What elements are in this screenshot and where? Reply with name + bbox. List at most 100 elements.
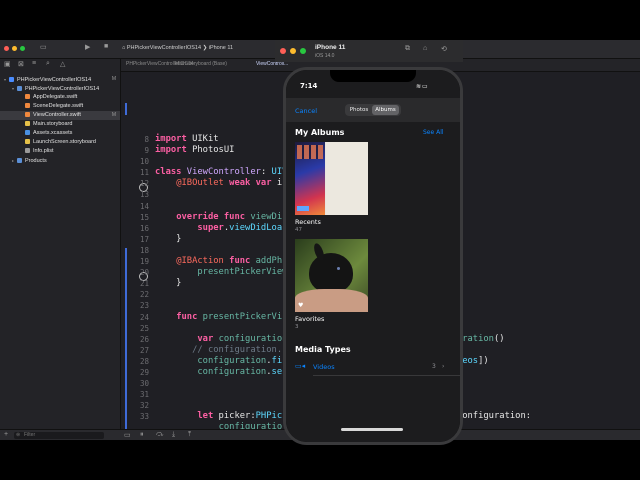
navigator-item-label: PHPickerViewControllerIOS14 [17,77,92,83]
symbol-icon[interactable]: ≡ [32,60,36,67]
album-thumbnail-favorites[interactable]: ♥ [295,239,368,312]
folder-icon[interactable]: ▣ [4,60,11,68]
line-number: 12 [139,179,149,189]
run-icon[interactable]: ▶ [85,43,90,51]
navigator-item-label: Info.plist [33,148,54,154]
chevron-right-icon: › [442,363,445,370]
cancel-button[interactable]: Cancel [295,107,317,115]
navigator-item[interactable]: Main.storyboard [0,120,120,129]
navigator-item[interactable]: AppDelegate.swift [0,93,120,102]
heart-icon: ♥ [298,302,304,309]
source-control-icon[interactable]: ⊠ [18,60,24,68]
status-icons: ≋▭ [416,83,429,90]
iphone-screen[interactable]: 7:14 ≋▭ Cancel Photos Albums My Albums S… [286,70,460,442]
change-bar [125,103,127,115]
app-icons-grid [297,145,323,159]
zoom-window-button[interactable] [20,46,25,51]
search-icon[interactable]: ⌕ [46,60,50,68]
tab-main-storyboard[interactable]: Main.storyboard (Base) [175,61,227,67]
see-all-button[interactable]: See All [423,129,444,136]
photos-albums-segmented-control[interactable]: Photos Albums [345,104,401,116]
screenshot-icon[interactable]: ⧉ [405,45,410,53]
navigator-item-label: Main.storyboard [33,121,73,127]
album-count-recents: 47 [295,227,302,233]
step-out-icon[interactable]: ⤒ [188,431,191,439]
line-number: 13 [139,190,149,200]
source-control-badge: M [111,112,116,118]
line-number: 27 [139,345,149,355]
navigator-item-label: LaunchScreen.storyboard [33,139,96,145]
segment-photos[interactable]: Photos [347,106,371,114]
sim-minimize-button[interactable] [290,48,296,54]
media-type-label: Videos [313,363,335,371]
filter-field[interactable]: ⊜ Filter [14,432,104,439]
debug-toggle-icon[interactable]: ▭ [124,431,131,439]
line-number: 11 [139,168,149,178]
step-over-icon[interactable]: ⤼ [156,431,163,439]
pause-icon[interactable]: ⏸ [140,431,144,439]
line-number: 22 [139,290,149,300]
sidebar-toggle-icon[interactable]: ▭ [40,43,47,51]
sim-zoom-button[interactable] [300,48,306,54]
album-name-recents: Recents [295,218,321,226]
navigator-item[interactable]: SceneDelegate.swift [0,102,120,111]
sim-os-version: iOS 14.0 [315,53,335,59]
close-window-button[interactable] [4,46,9,51]
add-icon[interactable]: + [4,431,8,438]
navigator-item[interactable]: Info.plist [0,147,120,156]
album-thumbnail-recents[interactable] [295,142,368,215]
line-number: 24 [139,312,149,322]
media-type-row-videos[interactable]: ▭◂ Videos 3 › [295,360,451,374]
line-number: 31 [139,390,149,400]
line-number: 10 [139,157,149,167]
line-number: 19 [139,257,149,267]
filter-icon: ⊜ [16,432,21,438]
navigator-item[interactable]: ▸ Products [0,156,120,165]
code-text: override func viewDi [176,211,283,222]
battery-icon: ▭ [422,83,429,90]
assets-file-icon [25,130,30,136]
status-time: 7:14 [300,82,318,90]
line-number: 28 [139,356,149,366]
line-number: 30 [139,379,149,389]
code-text: func presentPickerVi [176,311,283,322]
segment-albums[interactable]: Albums [372,105,399,115]
line-number: 20 [139,268,149,278]
minimize-window-button[interactable] [12,46,17,51]
rotate-icon[interactable]: ⟲ [441,45,447,53]
home-indicator[interactable] [341,428,403,431]
project-file-icon [9,77,14,83]
navigator-item[interactable]: Assets.xcassets [0,129,120,138]
navigator-item[interactable]: ▾ PHPickerViewControllerIOS14 M [0,75,120,84]
navigator-file-list: ▾ PHPickerViewControllerIOS14 M ▾ PHPickerVi… [0,75,120,165]
navigator-item-label: AppDelegate.swift [33,94,78,100]
line-number: 9 [144,146,149,156]
iphone-frame: 7:14 ≋▭ Cancel Photos Albums My Albums S… [283,67,463,445]
warning-icon[interactable]: △ [60,60,65,68]
media-types-heading: Media Types [295,345,351,354]
source-control-badge: M [111,76,116,82]
navigator-item[interactable]: ▾ PHPickerViewControllerIOS14 [0,84,120,93]
navigator-item[interactable]: ViewController.swift M [0,111,120,120]
line-number: 21 [139,279,149,289]
step-into-icon[interactable]: ⤓ [172,431,175,439]
home-icon[interactable]: ⌂ [423,45,427,52]
navigator-item[interactable]: LaunchScreen.storyboard [0,138,120,147]
folder-file-icon [17,86,22,92]
navigator-item-label: Products [25,158,47,164]
storyboard-file-icon [25,121,30,127]
line-number: 33 [139,412,149,422]
line-number: 25 [139,323,149,333]
rabbit-eye [337,267,340,270]
navigator-item-label: SceneDelegate.swift [33,103,84,109]
code-text: @IBOutlet weak var i [176,178,283,189]
code-text: presentPickerView [197,267,288,278]
swift-file-icon [25,112,30,118]
folder-file-icon [17,158,22,164]
sim-close-button[interactable] [280,48,286,54]
scheme-selector[interactable]: ⌂ PHPickerViewControllerIOS14 ❯ iPhone 1… [122,45,233,51]
line-number: 26 [139,334,149,344]
code-text: import UIKit [155,134,219,144]
stop-icon[interactable]: ■ [104,43,108,50]
code-text: configuration.se [197,366,283,377]
